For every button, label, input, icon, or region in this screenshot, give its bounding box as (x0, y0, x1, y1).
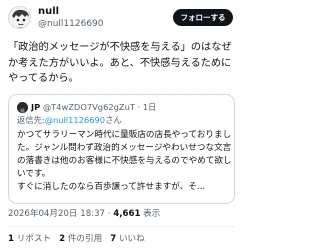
character-avatar-icon (9, 7, 30, 28)
follow-button[interactable]: フォローする (173, 9, 233, 26)
reply-mention-link[interactable]: @null1126690 (45, 115, 105, 125)
quote-reply-context: 返信先:@null1126690さん (17, 115, 122, 126)
quotes-stat[interactable]: 2 件の引用 (59, 234, 102, 244)
reply-prefix: 返信先: (17, 115, 45, 125)
divider (8, 226, 235, 227)
quoted-tweet-card[interactable]: JP @T4wZDO7Vg62gZuT · 1日 返信先:@null112669… (8, 94, 235, 204)
reposts-stat[interactable]: 1 リポスト (8, 234, 51, 244)
quote-header: JP @T4wZDO7Vg62gZuT · 1日 (31, 102, 231, 113)
quotes-label: 件の引用 (67, 234, 103, 244)
quote-avatar (17, 102, 28, 113)
author-handle[interactable]: @null1126690 (38, 19, 104, 30)
quote-body-truncated: すぐに消したのなら百歩譲って許せますが、そ... (17, 182, 206, 192)
reposts-count: 1 (8, 234, 14, 244)
views-label: 表示 (143, 209, 161, 219)
reply-suffix: さん (105, 115, 122, 125)
tweet-header: null @null1126690 フォローする (0, 0, 243, 34)
likes-label: いいね (118, 234, 145, 244)
quote-author-handle[interactable]: @T4wZDO7Vg62gZuT (43, 102, 135, 112)
quote-avatar-icon (17, 106, 28, 113)
tweet-text: 「政治的メッセージが不快感を与える」のはなぜか考えた方がいいよ。あと、不快感与え… (8, 42, 232, 84)
quote-author-name[interactable]: JP (31, 102, 40, 112)
likes-count: 7 (110, 234, 117, 244)
reposts-label: リポスト (16, 234, 52, 244)
engagement-stats: 1 リポスト 2 件の引用 7 いいね (8, 233, 145, 245)
quote-body-main: かつてサラリーマン時代に量販店の店長やっておりました。ジャンル問わず政治的メッセ… (17, 130, 232, 179)
views-count: 4,661 (113, 209, 141, 219)
tweet-meta: 2026年04月20日 18:37 · 4,661 表示 (8, 208, 160, 220)
meta-separator: · (107, 209, 111, 219)
quote-body: かつてサラリーマン時代に量販店の店長やっておりました。ジャンル問わず政治的メッセ… (17, 129, 232, 194)
likes-stat[interactable]: 7 いいね (110, 234, 145, 244)
quote-age: 1日 (142, 102, 157, 112)
quote-separator: · (137, 102, 141, 112)
author-display-name[interactable]: null (38, 6, 59, 18)
avatar[interactable] (8, 6, 31, 29)
quotes-count: 2 (59, 234, 66, 244)
timestamp[interactable]: 2026年04月20日 18:37 (8, 209, 105, 219)
